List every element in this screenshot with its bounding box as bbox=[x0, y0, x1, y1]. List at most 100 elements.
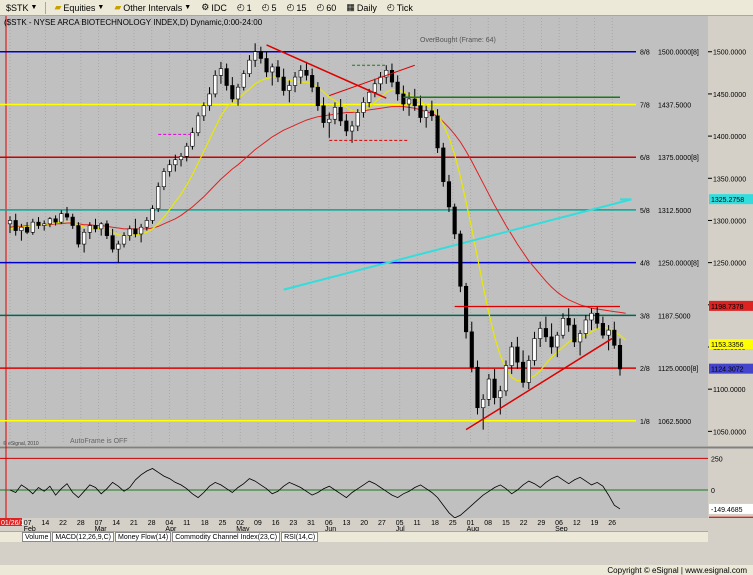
candle-body bbox=[139, 226, 144, 235]
chart-title: ($STK - NYSE ARCA BIOTECHNOLOGY INDEX,D)… bbox=[4, 18, 263, 27]
candle-body bbox=[509, 346, 514, 366]
candle-body bbox=[298, 70, 303, 78]
candle-body bbox=[349, 125, 355, 132]
candle-body bbox=[560, 318, 566, 336]
candle-body bbox=[538, 328, 543, 339]
footer-copyright: Copyright © eSignal | www.esignal.com bbox=[607, 565, 747, 575]
candle-body bbox=[418, 105, 423, 118]
candle-body bbox=[292, 76, 298, 86]
candle-body bbox=[70, 216, 75, 226]
octave-value-label: 1062.5000 bbox=[658, 419, 691, 426]
time-tick-label: 26 bbox=[608, 520, 616, 527]
osc-tick-label: -149.4685 bbox=[711, 507, 743, 514]
overbought-label: OverBought (Frame: 64) bbox=[420, 37, 496, 44]
candle-body bbox=[304, 70, 309, 76]
candle-body bbox=[452, 206, 457, 235]
candle-body bbox=[7, 220, 13, 225]
candle-body bbox=[566, 318, 571, 326]
idc-button[interactable]: ⚙ IDC bbox=[197, 1, 231, 14]
candle-body bbox=[424, 110, 429, 118]
study-tab[interactable]: Commodity Channel Index(23,C) bbox=[172, 532, 281, 542]
candle-body bbox=[156, 186, 161, 209]
candle-body bbox=[110, 235, 115, 250]
daily-button[interactable]: ▦ Daily bbox=[342, 1, 381, 14]
candle-body bbox=[121, 235, 127, 245]
candle-body bbox=[543, 328, 548, 338]
octave-fraction-label: 2/8 bbox=[640, 366, 650, 373]
candle-body bbox=[469, 331, 474, 368]
candle-body bbox=[395, 81, 400, 95]
candle-body bbox=[178, 156, 184, 161]
candle-body bbox=[213, 75, 218, 95]
candle-body bbox=[258, 51, 263, 59]
study-tab[interactable]: RSI(14,C) bbox=[281, 532, 319, 542]
time-tick-label: 13 bbox=[343, 520, 351, 527]
candle-body bbox=[595, 312, 600, 324]
time-tick-label: 27 bbox=[378, 520, 386, 527]
octave-fraction-label: 1/8 bbox=[640, 419, 650, 426]
time-tick-label: 16 bbox=[272, 520, 280, 527]
study-tab[interactable]: Volume bbox=[22, 532, 52, 542]
candle-body bbox=[589, 312, 594, 321]
candle-body bbox=[207, 93, 212, 107]
candle-body bbox=[412, 98, 417, 107]
candle-body bbox=[116, 243, 121, 250]
osc-tick-label: 0 bbox=[711, 488, 715, 495]
time-axis: 01/26/1107 14 22 28 07 14 21 28 04 11 18 25 02 09 16 23… bbox=[0, 518, 753, 531]
candle-body bbox=[25, 226, 30, 233]
osc-tick-label: 250 bbox=[711, 456, 723, 463]
candle-body bbox=[127, 228, 132, 236]
interval-1-button[interactable]: ◴ 1 bbox=[233, 1, 256, 14]
clock-icon: ◴ bbox=[386, 2, 395, 12]
interval-15-button[interactable]: ◴ 15 bbox=[283, 1, 311, 14]
chart[interactable]: 8/8 1500.0000[8] 7/8 1437.5000 6/8 1375.0000[… bbox=[0, 16, 753, 531]
price-tick-label: 1250.0000 bbox=[713, 261, 746, 268]
candle-body bbox=[13, 220, 18, 231]
time-tick-label: 14 bbox=[41, 520, 49, 527]
tick-button[interactable]: ◴ Tick bbox=[383, 1, 417, 14]
candle-body bbox=[361, 102, 366, 113]
candle-body bbox=[321, 105, 326, 123]
price-tag-label: 1153.3356 bbox=[711, 342, 744, 349]
esignal-small-copyright: © eSignal, 2010 bbox=[3, 440, 39, 447]
time-tick-label: 09 bbox=[254, 520, 262, 527]
equities-dropdown[interactable]: ▰ Equities ▼ bbox=[50, 1, 108, 14]
candle-body bbox=[458, 233, 463, 287]
candle-body bbox=[549, 336, 554, 348]
chevron-down-icon: ▼ bbox=[97, 4, 105, 11]
octave-value-label: 1125.0000[8] bbox=[658, 366, 698, 373]
candle-body bbox=[555, 334, 560, 348]
candle-body bbox=[30, 221, 35, 233]
time-tick-label: 28 bbox=[148, 520, 156, 527]
study-tab[interactable]: MACD(12,26,9,C) bbox=[52, 532, 114, 542]
candle-body bbox=[521, 361, 526, 383]
candle-body bbox=[42, 223, 47, 226]
candle-body bbox=[87, 225, 92, 233]
octave-value-label: 1437.5000 bbox=[658, 102, 691, 109]
candle-body bbox=[270, 66, 275, 73]
other-intervals-dropdown[interactable]: ▰ Other Intervals ▼ bbox=[110, 1, 195, 14]
candle-body bbox=[572, 324, 577, 343]
candle-body bbox=[344, 120, 349, 132]
price-axis-bg bbox=[708, 16, 753, 446]
folder-icon: ▰ bbox=[54, 2, 62, 12]
interval-60-button[interactable]: ◴ 60 bbox=[312, 1, 340, 14]
study-tab[interactable]: Money Flow(14) bbox=[115, 532, 172, 542]
candle-body bbox=[184, 145, 189, 157]
candle-body bbox=[372, 83, 377, 93]
time-tick-label: 21 bbox=[130, 520, 138, 527]
price-tick-label: 1450.0000 bbox=[713, 92, 746, 99]
time-tick-label: 19 bbox=[591, 520, 599, 527]
clock-icon: ◴ bbox=[261, 2, 270, 12]
candle-body bbox=[161, 171, 166, 188]
candle-body bbox=[93, 225, 98, 230]
candle-body bbox=[429, 110, 434, 117]
candle-body bbox=[144, 220, 149, 228]
price-tag-label: 1198.7378 bbox=[711, 304, 744, 311]
footer: Copyright © eSignal | www.esignal.com bbox=[0, 565, 753, 575]
chevron-down-icon: ▼ bbox=[184, 4, 192, 11]
interval-5-button[interactable]: ◴ 5 bbox=[258, 1, 281, 14]
candle-body bbox=[59, 213, 64, 223]
time-tick-label: 18 bbox=[431, 520, 439, 527]
symbol-box[interactable]: $STK ▼ bbox=[2, 1, 41, 14]
